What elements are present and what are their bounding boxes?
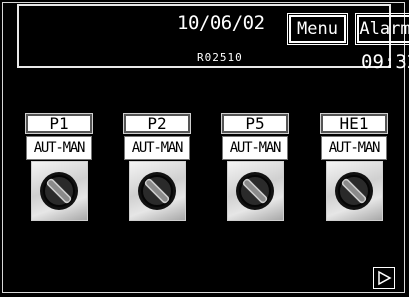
pump-name-label: P2 (123, 113, 191, 134)
pump-control-p2: P2 AUT-MAN (123, 113, 191, 221)
pump-name-label: P1 (25, 113, 93, 134)
date-display: 10/06/02 (177, 12, 265, 34)
selector-switch-p1[interactable] (30, 161, 88, 221)
selector-switch-he1[interactable] (325, 161, 383, 221)
mode-label: AUT-MAN (321, 136, 387, 160)
pump-control-he1: HE1 AUT-MAN (320, 113, 388, 221)
header-panel: 10/06/02 R02510 Menu Alarm 09:32 (17, 4, 409, 73)
next-page-arrow-icon (378, 270, 392, 286)
rotary-selector-switch-icon (236, 172, 274, 210)
rotary-selector-switch-icon (335, 172, 373, 210)
selector-switch-p2[interactable] (128, 161, 186, 221)
mode-label: AUT-MAN (222, 136, 288, 160)
time-display: 09:32 (361, 51, 409, 73)
pump-name-label: HE1 (320, 113, 388, 134)
selector-switch-p5[interactable] (226, 161, 284, 221)
serial-label: R02510 (197, 51, 243, 64)
next-page-button[interactable] (373, 267, 395, 289)
pump-name-label: P5 (221, 113, 289, 134)
pump-control-p5: P5 AUT-MAN (221, 113, 289, 221)
rotary-selector-switch-icon (40, 172, 78, 210)
rotary-selector-switch-icon (138, 172, 176, 210)
mode-label: AUT-MAN (26, 136, 92, 160)
alarm-button[interactable]: Alarm (355, 13, 409, 45)
menu-button[interactable]: Menu (287, 13, 348, 45)
pump-control-p1: P1 AUT-MAN (25, 113, 93, 221)
mode-label: AUT-MAN (124, 136, 190, 160)
